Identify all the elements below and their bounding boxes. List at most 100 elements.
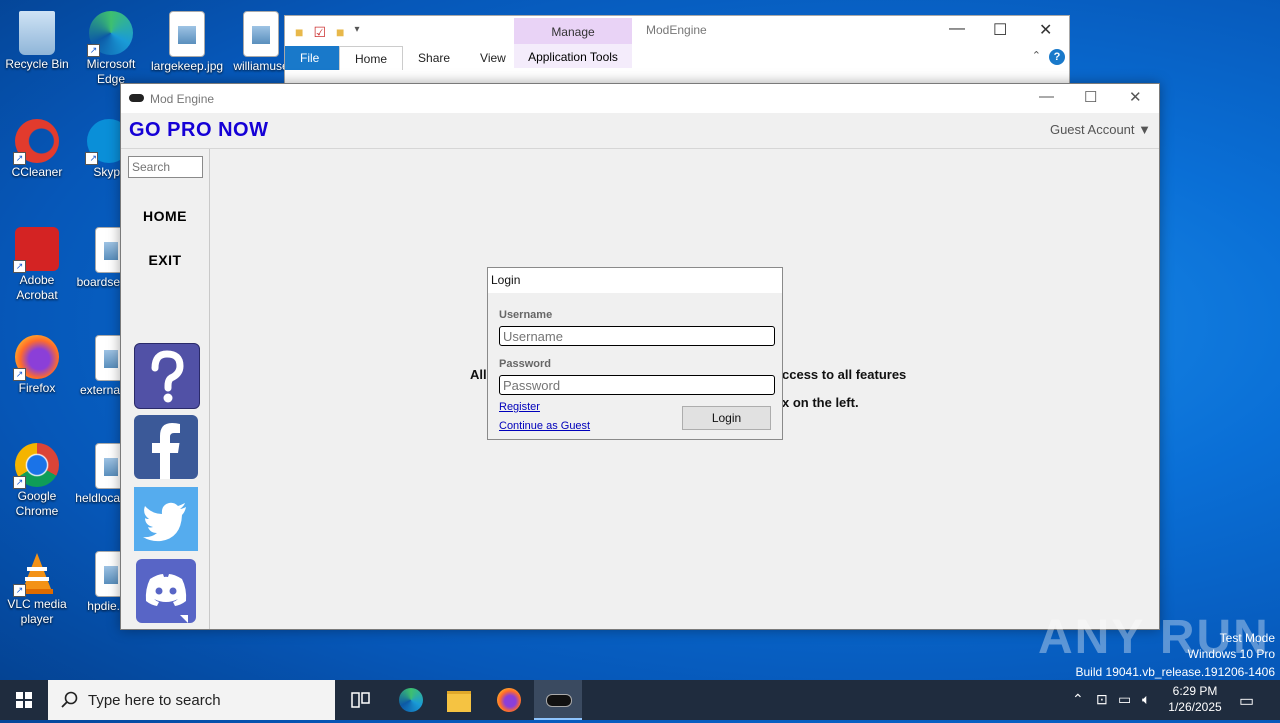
account-menu[interactable]: Guest Account ▼ xyxy=(1050,122,1151,137)
network-icon[interactable]: ▭ xyxy=(1118,691,1131,708)
info-line-1-start: All xyxy=(470,367,487,382)
password-input[interactable] xyxy=(499,375,775,395)
image-file-icon xyxy=(95,227,120,273)
edge-icon xyxy=(399,688,423,712)
close-icon[interactable]: ✕ xyxy=(1129,88,1142,106)
desktop-icon-ccleaner[interactable]: ↗ CCleaner xyxy=(1,113,73,180)
tab-file[interactable]: File xyxy=(285,46,339,70)
vlc-icon: ↗ xyxy=(13,551,59,597)
login-dialog-title: Login xyxy=(488,268,782,293)
facebook-button[interactable] xyxy=(134,415,198,479)
desktop-icon-label: hpdie. xyxy=(87,599,120,613)
image-file-icon xyxy=(95,551,120,597)
gamepad-icon xyxy=(129,94,144,102)
desktop-icon-recycle-bin[interactable]: Recycle Bin xyxy=(1,5,73,72)
explorer-title: ModEngine xyxy=(646,23,707,37)
nav-exit[interactable]: EXIT xyxy=(121,252,209,268)
desktop-icon-vlc[interactable]: ↗ VLC media player xyxy=(1,545,73,627)
task-view-button[interactable] xyxy=(336,680,384,720)
desktop-icon-label: CCleaner xyxy=(11,165,63,179)
help-button[interactable] xyxy=(134,343,200,409)
start-button[interactable] xyxy=(0,680,48,720)
password-label: Password xyxy=(499,358,551,370)
image-file-icon xyxy=(169,11,205,57)
task-view-icon xyxy=(351,692,370,708)
facebook-icon xyxy=(152,423,180,479)
register-link[interactable]: Register xyxy=(499,401,540,413)
desktop-icon-heldloca[interactable]: heldloca xyxy=(75,437,120,506)
desktop-icon-externa[interactable]: externa xyxy=(75,329,120,398)
tab-application-tools[interactable]: Application Tools xyxy=(514,44,632,68)
volume-icon[interactable]: 🔈︎ xyxy=(1142,691,1150,708)
nav-home[interactable]: HOME xyxy=(121,208,209,224)
clock-date: 1/26/2025 xyxy=(1168,700,1222,714)
image-file-icon xyxy=(243,11,279,57)
desktop-icon-label: VLC media player xyxy=(7,597,67,626)
tab-view[interactable]: View xyxy=(465,46,521,70)
windows-edition-text: Windows 10 Pro xyxy=(1187,647,1275,661)
twitter-bird-icon xyxy=(143,502,186,542)
login-dialog[interactable]: Login Username Password Register Continu… xyxy=(487,267,783,440)
twitter-button[interactable] xyxy=(134,487,198,551)
desktop-icon-firefox[interactable]: ↗ Firefox xyxy=(1,329,73,396)
tab-home[interactable]: Home xyxy=(339,46,404,70)
folder-icon[interactable]: ■ xyxy=(295,24,303,41)
desktop-icon-hpdie[interactable]: hpdie. xyxy=(75,545,120,614)
shortcut-arrow-icon: ↗ xyxy=(13,368,26,381)
desktop-icon-chrome[interactable]: ↗ Google Chrome xyxy=(1,437,73,519)
tab-share[interactable]: Share xyxy=(403,46,465,70)
continue-as-guest-link[interactable]: Continue as Guest xyxy=(499,420,590,432)
taskbar-file-explorer[interactable] xyxy=(435,680,483,720)
shortcut-arrow-icon: ↗ xyxy=(13,584,26,597)
desktop-icon-label: Skyp xyxy=(93,165,120,179)
desktop-icon-acrobat[interactable]: ↗ Adobe Acrobat xyxy=(1,221,73,303)
taskbar-search[interactable]: Type here to search xyxy=(48,680,335,720)
desktop-icon-edge[interactable]: ↗ Microsoft Edge xyxy=(75,5,147,87)
discord-icon xyxy=(145,574,188,623)
taskbar-edge[interactable] xyxy=(387,680,435,720)
new-folder-icon[interactable]: ■ xyxy=(336,24,344,41)
collapse-ribbon-icon[interactable]: ⌃ xyxy=(1032,49,1041,62)
show-hidden-icons-chevron-icon[interactable]: ⌃ xyxy=(1072,691,1084,708)
login-button[interactable]: Login xyxy=(682,406,771,430)
minimize-icon[interactable]: — xyxy=(1039,88,1054,105)
info-line-1-end: ccess to all features xyxy=(782,367,907,382)
gamepad-icon xyxy=(546,694,572,707)
firefox-icon xyxy=(497,688,521,712)
system-clock[interactable]: 6:29 PM 1/26/2025 xyxy=(1162,683,1228,715)
shortcut-arrow-icon: ↗ xyxy=(85,152,98,165)
desktop-icon-label: boardse xyxy=(76,275,120,289)
title-bar[interactable]: Mod Engine — ☐ ✕ xyxy=(121,84,1159,113)
desktop-icon-skype[interactable]: ↗ Skyp xyxy=(75,113,120,180)
desktop-icon-label: Firefox xyxy=(18,381,56,395)
shortcut-arrow-icon: ↗ xyxy=(13,152,26,165)
desktop-icon-label: Adobe Acrobat xyxy=(16,273,58,302)
maximize-icon[interactable]: ☐ xyxy=(1084,88,1097,106)
security-icon[interactable]: ⊡ xyxy=(1096,691,1108,708)
chevron-down-icon[interactable]: ▾ xyxy=(355,24,360,41)
desktop-icon-largekeep[interactable]: largekeep.jpg xyxy=(151,5,223,74)
desktop-icon-label: Google Chrome xyxy=(15,489,59,518)
search-input[interactable] xyxy=(128,156,203,178)
taskbar-mod-engine[interactable] xyxy=(534,680,582,720)
properties-icon[interactable]: ☑ xyxy=(313,24,326,41)
desktop-icon-boardse[interactable]: boardse xyxy=(75,221,120,290)
taskbar-firefox[interactable] xyxy=(485,680,533,720)
chrome-icon: ↗ xyxy=(13,443,59,489)
maximize-icon[interactable]: ☐ xyxy=(993,20,1007,40)
quick-access-toolbar[interactable]: ■ ☑ ■ ▾ xyxy=(295,24,360,41)
discord-button[interactable] xyxy=(136,559,196,623)
search-icon xyxy=(61,691,78,708)
skype-icon: ↗ xyxy=(85,119,120,165)
close-icon[interactable]: ✕ xyxy=(1039,20,1052,40)
notifications-icon[interactable]: ▭ xyxy=(1239,691,1254,711)
go-pro-banner[interactable]: GO PRO NOW xyxy=(129,119,268,142)
minimize-icon[interactable]: — xyxy=(949,20,965,38)
build-text: Build 19041.vb_release.191206-1406 xyxy=(1075,665,1276,679)
acrobat-icon: ↗ xyxy=(13,227,59,273)
help-icon[interactable]: ? xyxy=(1049,49,1065,65)
manage-contextual-tab[interactable]: Manage xyxy=(514,18,632,44)
username-input[interactable] xyxy=(499,326,775,346)
taskbar-search-placeholder: Type here to search xyxy=(88,692,221,709)
image-file-icon xyxy=(95,443,120,489)
